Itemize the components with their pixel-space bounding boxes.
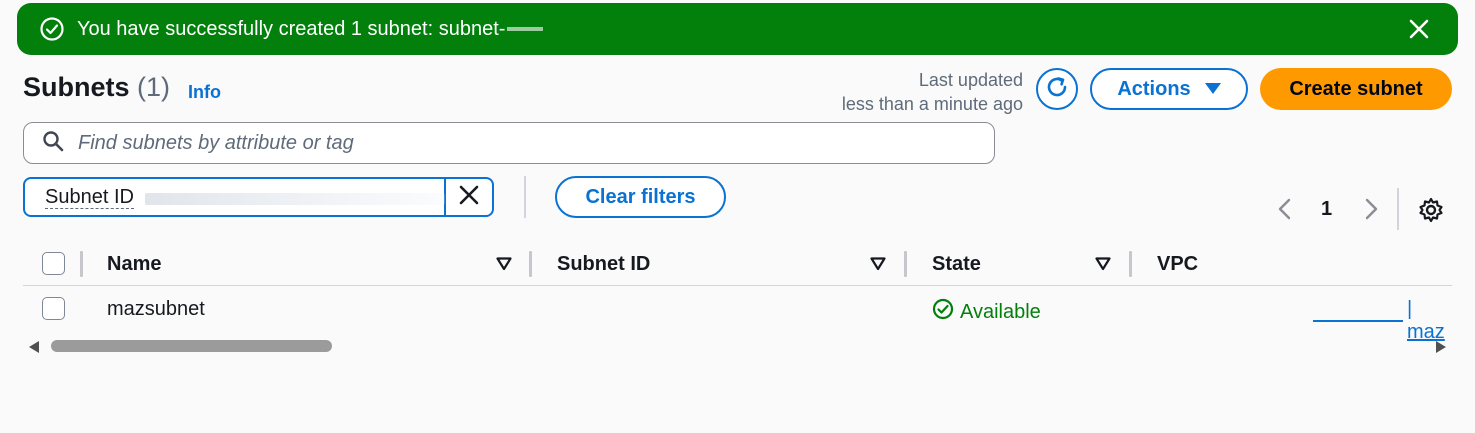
redacted-filter-value: [145, 193, 445, 205]
caret-down-icon: [1204, 78, 1221, 101]
search-field[interactable]: [23, 122, 995, 164]
check-circle-icon: [39, 16, 65, 42]
table-row[interactable]: mazsubnet Available | maz: [23, 288, 1452, 343]
column-divider: [529, 251, 532, 277]
scroll-right-arrow-icon[interactable]: [1435, 340, 1447, 359]
search-input[interactable]: [76, 130, 956, 156]
column-header-subnet-id[interactable]: Subnet ID: [557, 253, 650, 276]
remove-filter-button[interactable]: [446, 179, 492, 215]
redacted-vpc-id: [1313, 320, 1403, 322]
column-header-vpc[interactable]: VPC: [1157, 253, 1198, 276]
info-link[interactable]: Info: [188, 82, 221, 103]
cell-vpc-link[interactable]: | maz: [1407, 298, 1452, 344]
state-label: Available: [960, 300, 1041, 323]
sort-icon[interactable]: [496, 257, 512, 276]
page-title-text: Subnets: [23, 72, 130, 102]
gear-icon[interactable]: [1417, 196, 1445, 229]
row-checkbox[interactable]: [42, 297, 65, 320]
chevron-left-icon[interactable]: [1274, 196, 1296, 227]
page-number[interactable]: 1: [1321, 198, 1332, 221]
close-icon[interactable]: [1406, 16, 1432, 42]
refresh-icon: [1044, 74, 1070, 105]
actions-label: Actions: [1117, 77, 1191, 100]
column-header-name[interactable]: Name: [107, 253, 161, 276]
sort-icon[interactable]: [1095, 257, 1111, 276]
column-divider: [80, 251, 83, 277]
flash-message: You have successfully created 1 subnet: …: [77, 17, 506, 40]
cell-state: Available: [932, 298, 1041, 326]
actions-button[interactable]: Actions: [1090, 68, 1248, 110]
divider: [1397, 188, 1399, 230]
check-circle-icon: [932, 298, 954, 326]
cell-name: mazsubnet: [107, 298, 205, 320]
success-flash-banner: You have successfully created 1 subnet: …: [17, 3, 1458, 55]
search-icon: [42, 130, 64, 157]
redacted-subnet-id: [507, 27, 544, 31]
refresh-button[interactable]: [1036, 68, 1078, 110]
last-updated: Last updated less than a minute ago: [842, 68, 1023, 116]
select-all-checkbox[interactable]: [42, 252, 65, 275]
column-header-state[interactable]: State: [932, 253, 981, 276]
last-updated-value: less than a minute ago: [841, 94, 1023, 114]
divider: [524, 176, 526, 218]
table-header: Name Subnet ID State VPC: [23, 244, 1452, 286]
sort-icon[interactable]: [870, 257, 886, 276]
filter-token[interactable]: Subnet ID: [23, 177, 494, 217]
column-divider: [1129, 251, 1132, 277]
filter-token-label[interactable]: Subnet ID: [25, 179, 446, 215]
scroll-left-arrow-icon[interactable]: [28, 340, 40, 359]
horizontal-scrollbar-thumb[interactable]: [51, 340, 332, 352]
chevron-right-icon[interactable]: [1360, 196, 1382, 227]
filter-token-text: Subnet ID: [45, 185, 134, 209]
column-divider: [904, 251, 907, 277]
last-updated-label: Last updated: [918, 70, 1023, 90]
clear-filters-button[interactable]: Clear filters: [555, 176, 726, 218]
item-count: (1): [137, 72, 171, 102]
close-icon: [458, 184, 480, 211]
create-subnet-button[interactable]: Create subnet: [1260, 68, 1452, 110]
page-title: Subnets (1): [23, 72, 170, 103]
